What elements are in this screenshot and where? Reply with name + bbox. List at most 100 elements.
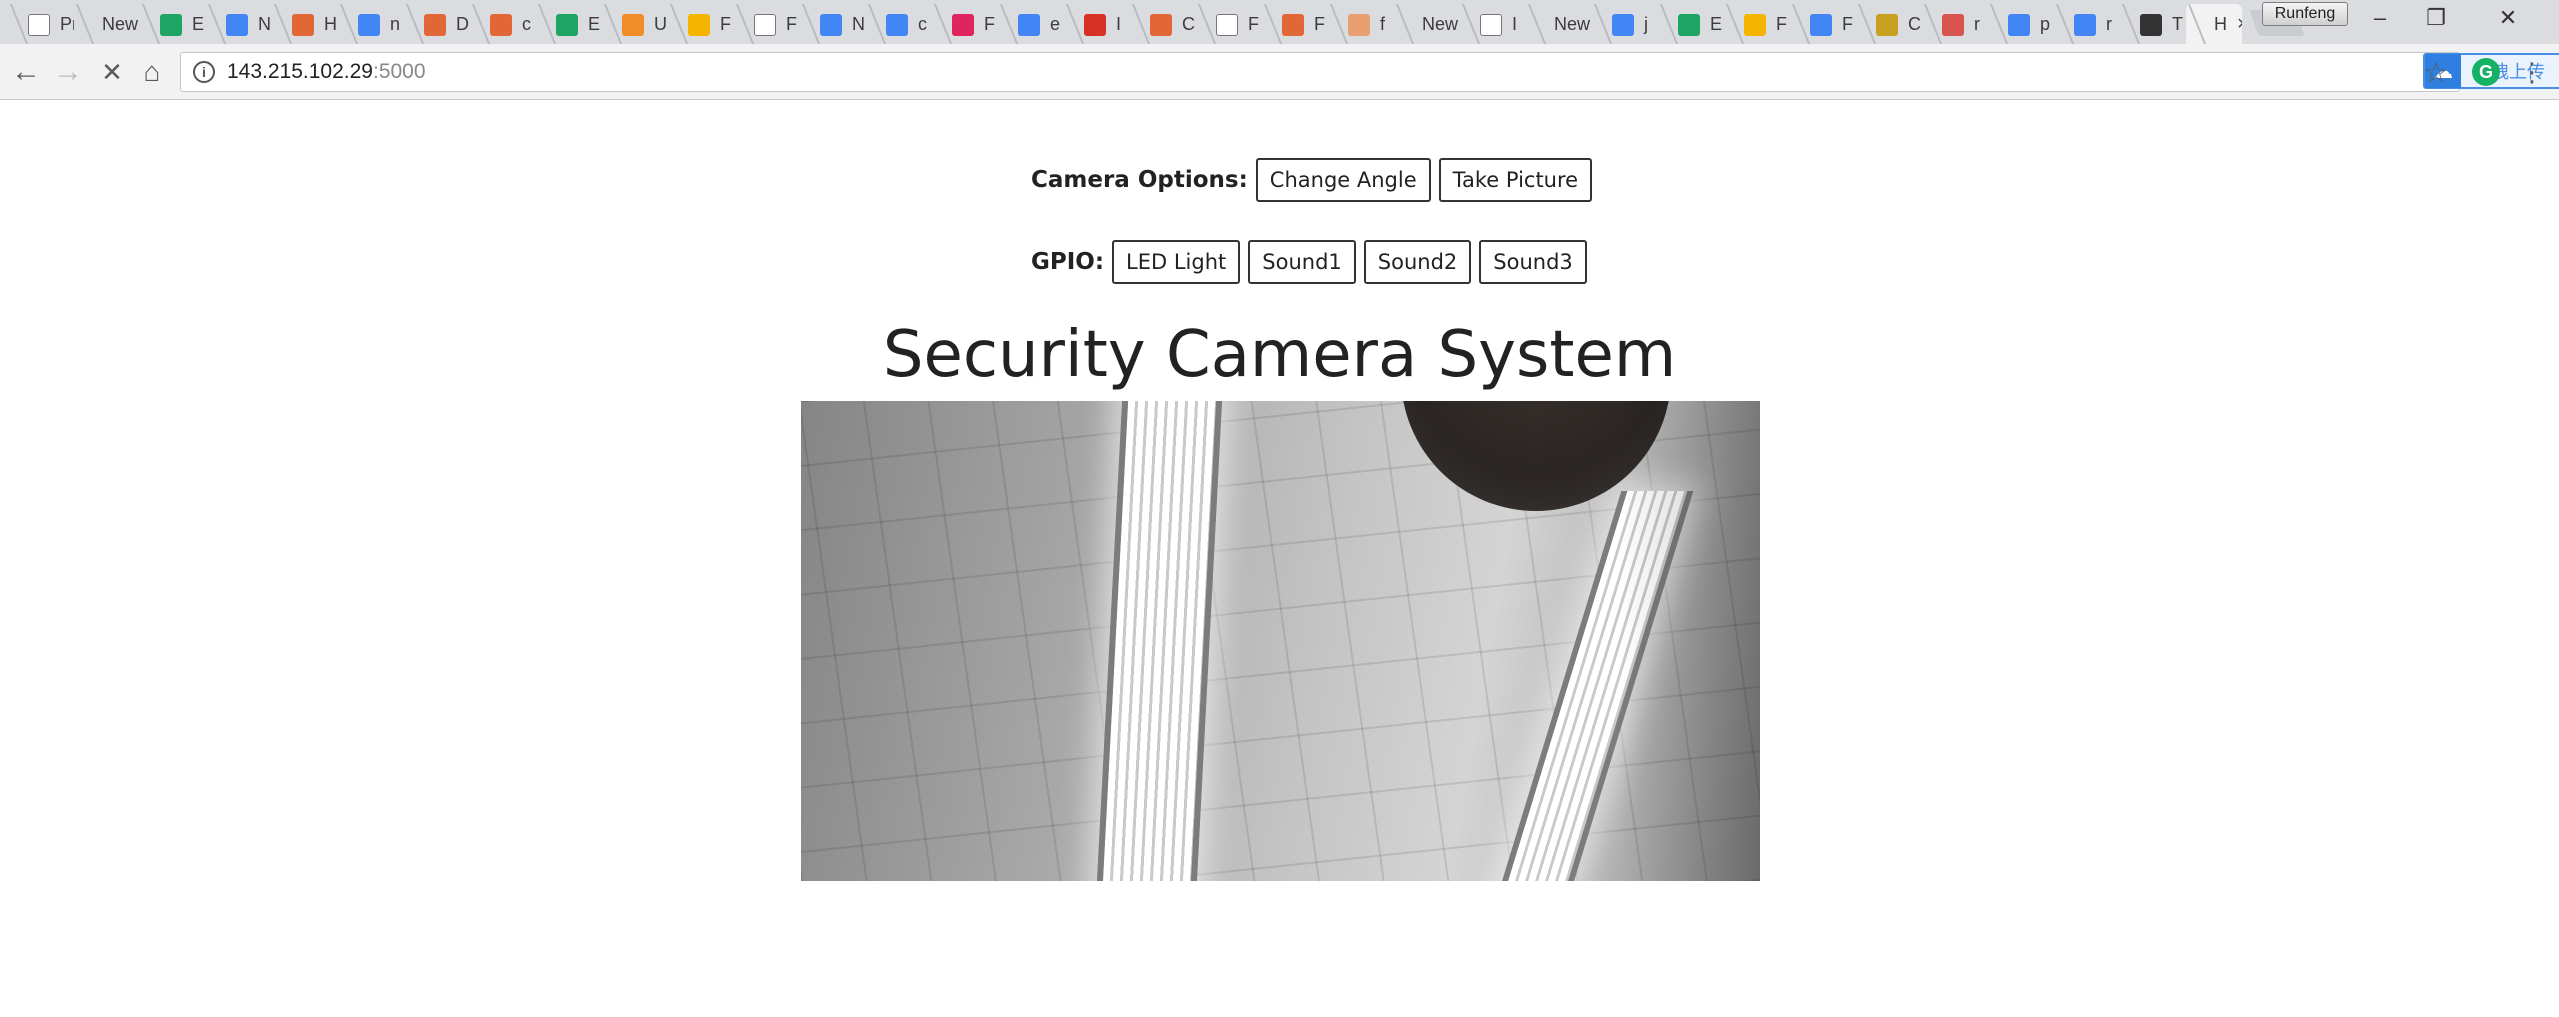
sound1-button[interactable]: Sound1 [1248,240,1356,284]
tab[interactable]: C [1130,4,1196,44]
tab[interactable]: E [1658,4,1724,44]
tab[interactable]: D [404,4,470,44]
google-drive-icon [1678,14,1700,36]
address-bar[interactable]: i 143.215.102.29:5000 ☁ 拖拽上传 [180,52,2559,92]
page-title: Security Camera System [882,318,1677,392]
tab-label: F [786,13,797,34]
matlab-icon [490,14,512,36]
tab[interactable]: n [338,4,404,44]
tab[interactable]: Priva [8,4,74,44]
bee-icon [1876,14,1898,36]
back-arrow-icon[interactable]: ← [6,52,46,92]
restore-icon[interactable]: ❐ [2408,0,2464,36]
tab[interactable]: j [1592,4,1658,44]
tab[interactable]: p [1988,4,2054,44]
bookmark-star-icon[interactable]: ☆ [2416,52,2456,92]
google-docs-icon [226,14,248,36]
tab-label: C [1182,13,1195,34]
tab[interactable]: I [1064,4,1130,44]
menu-kebab-icon[interactable]: ⋮ [2512,52,2552,92]
document-icon [1480,14,1502,36]
tab-label: N [258,13,271,34]
tab[interactable]: C [1856,4,1922,44]
tab-label: U [654,13,667,34]
matlab-icon [424,14,446,36]
address-host: 143.215.102.29 [227,60,373,83]
tab-label: D [456,13,469,34]
tab-label: c [918,13,927,34]
document-icon [1216,14,1238,36]
tab[interactable]: U [602,4,668,44]
google-icon [1018,14,1040,36]
tab[interactable]: New [1526,4,1592,44]
tab[interactable]: F [668,4,734,44]
take-picture-button[interactable]: Take Picture [1438,158,1593,202]
tab[interactable]: F [1196,4,1262,44]
stop-loading-icon[interactable]: ✕ [92,52,132,92]
google-docs-icon [1810,14,1832,36]
led-light-button[interactable]: LED Light [1112,240,1241,284]
tab-label: E [192,13,205,34]
tab[interactable]: r [1922,4,1988,44]
tab-label: H [324,13,337,34]
tab[interactable]: c [866,4,932,44]
google-icon [358,14,380,36]
tab-label: H [2214,13,2227,34]
home-icon[interactable]: ⌂ [132,52,172,92]
minimize-icon[interactable]: – [2352,0,2408,36]
tab[interactable]: F [1724,4,1790,44]
grammarly-extension-icon[interactable]: G [2472,58,2500,86]
tab-label: Priva [60,13,74,34]
google-docs-icon [820,14,842,36]
tab-strip: Priva New E N Hn Dc E U F F Nc Fe I C F Ff New I New j E F F Cr… [0,0,2559,44]
google-drive-icon [556,14,578,36]
heart-icon [952,14,974,36]
tab-label: e [1050,13,1061,34]
tab[interactable]: H [272,4,338,44]
tab[interactable]: I [1460,4,1526,44]
change-angle-button[interactable]: Change Angle [1255,158,1431,202]
tab-label: New [1422,13,1459,34]
ampersand-icon [1942,14,1964,36]
google-icon [2074,14,2096,36]
tab[interactable]: c [470,4,536,44]
tab-label: n [390,13,401,34]
tab-label: E [588,13,601,34]
tab[interactable]: F [1790,4,1856,44]
tab[interactable]: N [206,4,272,44]
newspaper-icon [2140,14,2162,36]
tab[interactable]: F [932,4,998,44]
tab[interactable]: f [1328,4,1394,44]
page-content: Camera Options: Change Angle Take Pictur… [0,101,2559,1017]
tab-close-icon[interactable]: × [2237,13,2242,36]
tab-label: f [1380,13,1386,34]
tab-label: E [1710,13,1723,34]
sound2-button[interactable]: Sound2 [1363,240,1472,284]
tab[interactable]: e [998,4,1064,44]
tab[interactable]: New [1394,4,1460,44]
tab[interactable]: F [734,4,800,44]
tab-active[interactable]: H× [2186,4,2242,44]
tab-label: F [1248,13,1259,34]
profile-button[interactable]: Runfeng [2262,2,2348,26]
tab[interactable]: E [140,4,206,44]
tab[interactable]: New [74,4,140,44]
site-info-icon[interactable]: i [193,61,215,83]
forward-arrow-icon[interactable]: → [48,52,88,92]
google-icon [886,14,908,36]
tab-label: F [1314,13,1325,34]
tab-label: I [1512,13,1518,34]
camera-options-row: Camera Options: Change Angle Take Pictur… [1031,158,1600,202]
browser-toolbar: ← → ✕ ⌂ i 143.215.102.29:5000 ☁ 拖拽上传 ☆ G… [0,44,2559,100]
hand-icon [1348,14,1370,36]
tab[interactable]: T [2120,4,2186,44]
tab[interactable]: N [800,4,866,44]
google-drive-icon [160,14,182,36]
tab[interactable]: r [2054,4,2120,44]
tab[interactable]: E [536,4,602,44]
tab[interactable]: F [1262,4,1328,44]
google-icon [2008,14,2030,36]
sound3-button[interactable]: Sound3 [1479,240,1587,284]
close-window-icon[interactable]: ✕ [2480,0,2536,36]
tab-label: I [1116,13,1122,34]
